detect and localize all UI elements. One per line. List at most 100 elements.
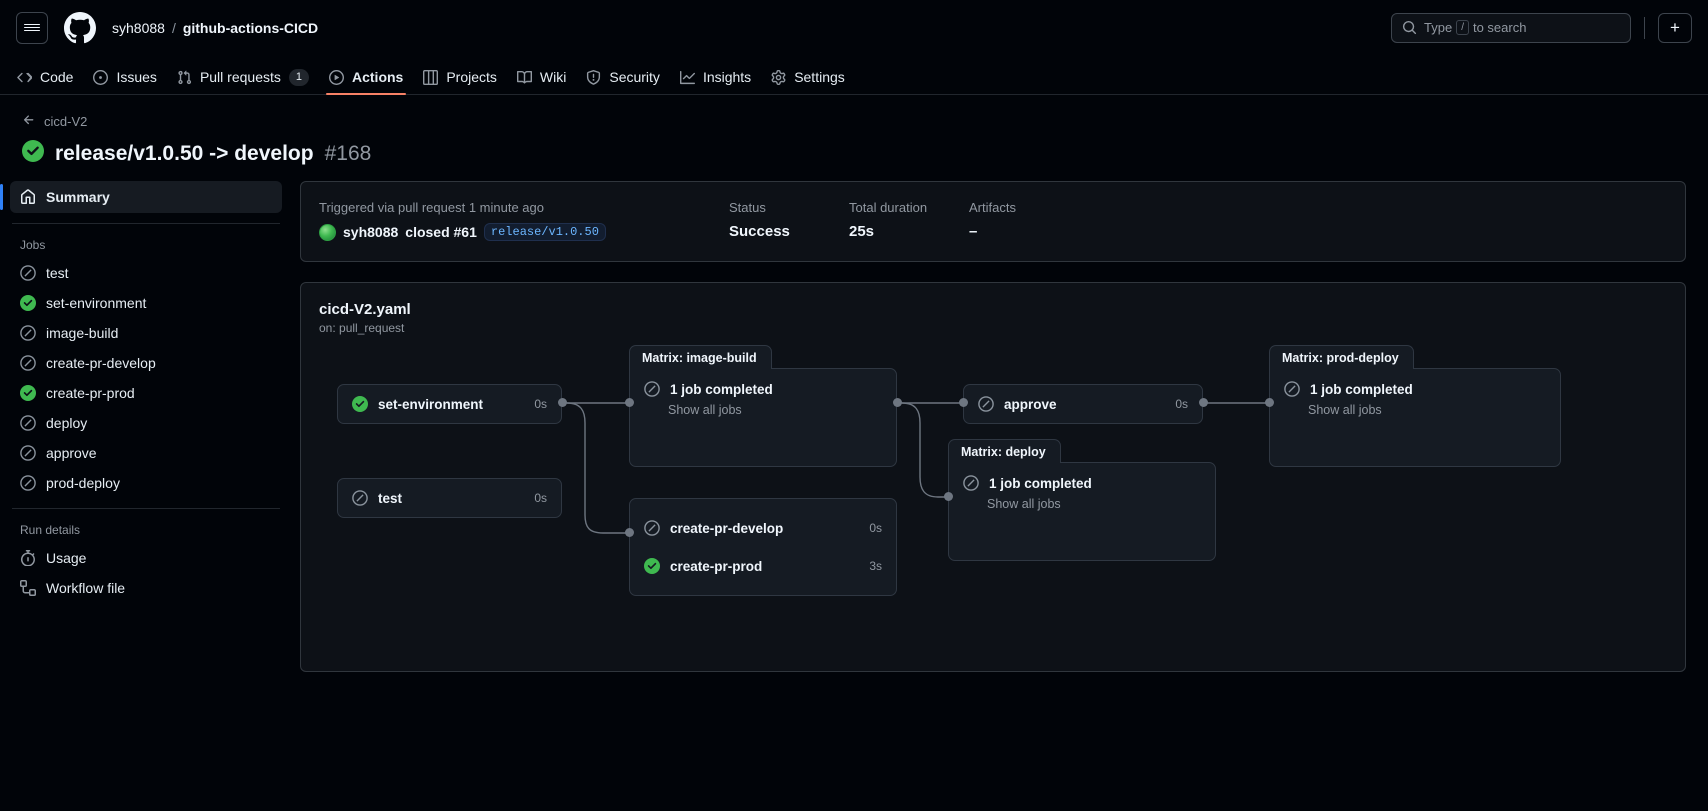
skipped-icon [352,490,368,506]
page-title: release/v1.0.50 -> develop [55,141,314,165]
job-row[interactable]: approve 0s [964,385,1202,423]
matrix-summary-row[interactable]: 1 job completed [949,463,1215,491]
success-check-icon [20,295,36,311]
breadcrumb: syh8088 / github-actions-CICD [112,20,318,36]
tab-code[interactable]: Code [8,60,82,94]
matrix-group-title: Matrix: image-build [629,345,772,369]
tab-label: Actions [352,69,404,85]
show-all-jobs-link[interactable]: Show all jobs [1270,397,1560,431]
job-label: test [378,490,403,506]
graph-group-deploy: Matrix: deploy 1 job completed Show all … [948,439,1216,561]
sidebar-item-deploy[interactable]: deploy [10,408,282,438]
matrix-group-body[interactable]: 1 job completed Show all jobs [1269,368,1561,467]
skipped-icon [20,265,36,281]
sidebar-item-summary[interactable]: Summary [0,181,282,213]
avatar[interactable] [319,223,336,241]
repository-nav-tabs: Code Issues Pull requests 1 Actions Projects W… [0,55,1708,95]
graph-connector-dot [558,398,567,407]
search-input[interactable]: Type / to search [1391,12,1631,43]
graph-icon [679,70,695,85]
job-row[interactable]: create-pr-prod 3s [630,547,896,585]
graph-connector-dot [1199,398,1208,407]
job-row[interactable]: test 0s [338,479,561,517]
tab-label: Security [609,69,660,85]
sidebar-divider-top [12,223,280,224]
duration-label: Total duration [849,200,928,215]
back-to-workflow-link[interactable]: cicd-V2 [22,113,1686,130]
tab-label: Insights [702,69,752,85]
job-row[interactable]: set-environment 0s [338,385,561,423]
skipped-icon [644,520,660,536]
graph-node-test[interactable]: test 0s [337,478,562,518]
breadcrumb-separator: / [171,19,176,36]
search-icon [1402,20,1417,35]
graph-node-set-environment[interactable]: set-environment 0s [337,384,562,424]
create-new-button[interactable]: + [1658,12,1692,43]
tab-insights[interactable]: Insights [671,60,760,94]
skipped-icon [1284,381,1300,397]
artifacts-label: Artifacts [969,200,1016,215]
branch-badge[interactable]: release/v1.0.50 [483,223,606,241]
actor-name[interactable]: syh8088 [343,224,398,240]
sidebar-item-label: prod-deploy [46,475,120,491]
skipped-icon [20,415,36,431]
show-all-jobs-link[interactable]: Show all jobs [949,491,1215,525]
skipped-icon [644,381,660,397]
matrix-group-body[interactable]: 1 job completed Show all jobs [629,368,897,467]
tab-pull-requests[interactable]: Pull requests 1 [168,60,318,94]
sidebar-item-prod-deploy[interactable]: prod-deploy [10,468,282,498]
sidebar-item-label: Summary [46,189,110,205]
job-duration: 0s [534,397,547,411]
success-check-icon [352,396,368,412]
job-label: create-pr-develop [670,520,784,536]
search-placeholder-pre: Type [1424,20,1453,35]
run-number: #168 [324,141,372,165]
job-duration: 0s [534,491,547,505]
breadcrumb-owner[interactable]: syh8088 [112,20,165,36]
tab-security[interactable]: Security [577,60,669,94]
duration-value: 25s [849,223,875,240]
matrix-summary-row[interactable]: 1 job completed [1270,369,1560,397]
arrow-left-icon [22,113,36,130]
matrix-summary-row[interactable]: 1 job completed [630,369,896,397]
sidebar-item-set-environment[interactable]: set-environment [10,288,282,318]
sidebar-item-label: Workflow file [46,580,126,596]
job-duration: 0s [1175,397,1188,411]
job-label: set-environment [378,396,484,412]
summary-triggered-column: Triggered via pull request 1 minute ago … [319,200,729,241]
sidebar-item-approve[interactable]: approve [10,438,282,468]
graph-node-approve[interactable]: approve 0s [963,384,1203,424]
github-logo-icon[interactable] [64,11,96,44]
search-placeholder-post: to search [1472,20,1527,35]
tab-label: Settings [794,69,845,85]
graph-connector-dot [944,492,953,501]
tab-wiki[interactable]: Wiki [508,60,575,94]
breadcrumb-repo[interactable]: github-actions-CICD [183,20,318,36]
workflow-graph: set-environment 0s test 0s Matrix: image… [319,345,1667,671]
graph-node-create-pr-group[interactable]: create-pr-develop 0s create-pr-prod 3s [629,498,897,596]
run-summary-card: Triggered via pull request 1 minute ago … [300,181,1686,262]
search-placeholder: Type / to search [1424,20,1526,35]
issue-icon [93,69,109,85]
graph-group-image-build: Matrix: image-build 1 job completed Show… [629,345,897,467]
matrix-group-body[interactable]: 1 job completed Show all jobs [948,462,1216,561]
tab-actions[interactable]: Actions [320,60,412,95]
sidebar-item-test[interactable]: test [10,258,282,288]
hamburger-menu-icon[interactable] [16,11,48,44]
sidebar-item-create-pr-prod[interactable]: create-pr-prod [10,378,282,408]
sidebar-item-create-pr-develop[interactable]: create-pr-develop [10,348,282,378]
sidebar-item-usage[interactable]: Usage [10,543,282,573]
skipped-icon [20,445,36,461]
tab-projects[interactable]: Projects [414,60,506,94]
top-header-right-group: Type / to search + [1391,0,1692,55]
sidebar-item-image-build[interactable]: image-build [10,318,282,348]
sidebar-item-workflow-file[interactable]: Workflow file [10,573,282,603]
job-row[interactable]: create-pr-develop 0s [630,509,896,547]
skipped-icon [963,475,979,491]
tab-settings[interactable]: Settings [762,60,854,94]
show-all-jobs-link[interactable]: Show all jobs [630,397,896,431]
tab-issues[interactable]: Issues [84,60,165,94]
job-label: approve [1004,396,1057,412]
tab-label: Wiki [539,69,567,85]
shield-icon [586,69,601,85]
